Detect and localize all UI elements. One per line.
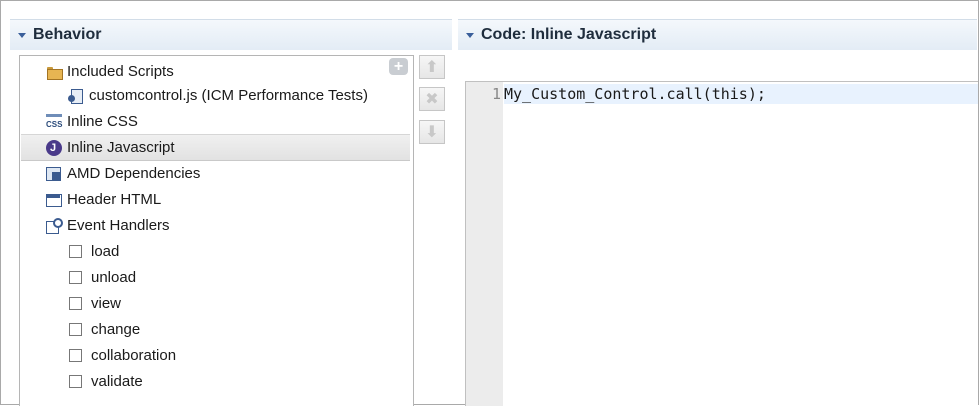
behavior-tree[interactable]: Included Scripts customcontrol.js (ICM P… [19, 55, 414, 406]
folder-icon [46, 64, 63, 80]
tree-item-label: Included Scripts [67, 63, 174, 80]
event-handlers-icon [46, 217, 63, 234]
code-line[interactable]: My_Custom_Control.call(this); [504, 84, 978, 104]
tree-item-inline-css[interactable]: CSS Inline CSS [20, 109, 411, 134]
tree-item-customcontrol-js[interactable]: customcontrol.js (ICM Performance Tests) [20, 83, 411, 108]
load-checkbox[interactable] [69, 245, 82, 258]
event-validate[interactable]: validate [20, 369, 411, 394]
line-number: 1 [492, 85, 502, 103]
tree-item-inline-javascript[interactable]: Inline Javascript [21, 134, 410, 161]
change-checkbox[interactable] [69, 323, 82, 336]
tree-item-label: Event Handlers [67, 217, 170, 234]
event-load[interactable]: load [20, 239, 411, 264]
tree-item-label: Header HTML [67, 191, 162, 208]
event-label: collaboration [91, 347, 177, 364]
tree-item-label: Inline CSS [67, 113, 138, 130]
remove-icon: ✖ [425, 91, 439, 108]
code-title: Code: Inline Javascript [481, 26, 657, 43]
tree-item-label: Inline Javascript [67, 139, 175, 156]
css-icon: CSS [46, 113, 62, 130]
code-section-header[interactable]: Code: Inline Javascript [458, 19, 977, 50]
move-down-button[interactable]: ⬇ [419, 120, 445, 144]
header-html-icon [46, 192, 62, 208]
tree-item-amd-dependencies[interactable]: AMD Dependencies [20, 161, 411, 186]
tree-item-label: AMD Dependencies [67, 165, 201, 182]
collapse-triangle-icon[interactable] [18, 32, 26, 38]
line-number-gutter: 1 [466, 82, 503, 406]
collapse-triangle-icon[interactable] [466, 32, 474, 38]
arrow-up-icon: ⬆ [425, 59, 439, 76]
event-label: load [91, 243, 120, 260]
add-script-button[interactable]: + [389, 58, 408, 75]
tree-item-header-html[interactable]: Header HTML [20, 187, 411, 212]
event-label: unload [91, 269, 137, 286]
code-editor[interactable]: 1 My_Custom_Control.call(this); [465, 81, 978, 406]
behavior-section-header[interactable]: Behavior [10, 19, 452, 50]
unload-checkbox[interactable] [69, 271, 82, 284]
tree-item-included-scripts[interactable]: Included Scripts [20, 59, 411, 84]
validate-checkbox[interactable] [69, 375, 82, 388]
event-view[interactable]: view [20, 291, 411, 316]
view-checkbox[interactable] [69, 297, 82, 310]
amd-dependencies-icon [46, 166, 62, 182]
remove-button[interactable]: ✖ [419, 87, 445, 111]
collaboration-checkbox[interactable] [69, 349, 82, 362]
behavior-title: Behavior [33, 26, 102, 43]
javascript-icon [46, 139, 62, 156]
move-up-button[interactable]: ⬆ [419, 55, 445, 79]
event-change[interactable]: change [20, 317, 411, 342]
script-file-icon [68, 88, 84, 104]
event-label: change [91, 321, 141, 338]
event-label: view [91, 295, 122, 312]
tree-item-label: customcontrol.js (ICM Performance Tests) [89, 87, 368, 104]
arrow-down-icon: ⬇ [425, 124, 439, 141]
event-collaboration[interactable]: collaboration [20, 343, 411, 368]
event-label: validate [91, 373, 143, 390]
tree-item-event-handlers[interactable]: Event Handlers [20, 213, 411, 238]
event-unload[interactable]: unload [20, 265, 411, 290]
